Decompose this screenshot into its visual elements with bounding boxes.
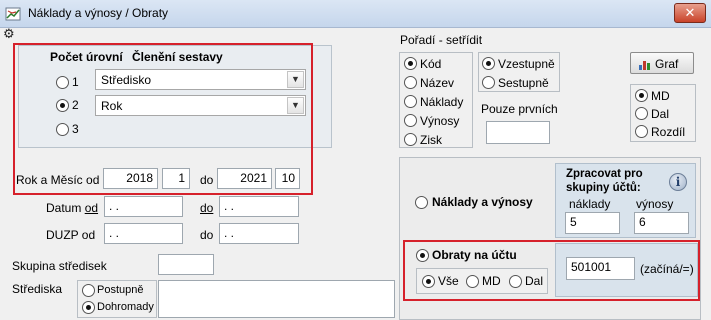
sort-title: Pořadí - setřídit: [400, 33, 483, 47]
sort-label-ascending: Vzestupně: [498, 57, 555, 71]
sort-label-zisk: Zisk: [420, 133, 442, 147]
strediska-dohromady-radio[interactable]: [82, 301, 95, 314]
sort-radio-descending[interactable]: [482, 76, 495, 89]
skupina-label: Skupina středisek: [12, 259, 107, 273]
side-radio-dal[interactable]: [635, 107, 648, 120]
mode-costs-label: Náklady a výnosy: [432, 195, 533, 209]
strediska-field[interactable]: [158, 280, 395, 318]
side-radio-rozdil[interactable]: [635, 125, 648, 138]
sort-radio-nazev[interactable]: [404, 76, 417, 89]
datum-to-label: do: [200, 201, 214, 215]
window-title: Náklady a výnosy / Obraty: [28, 6, 169, 20]
chart-icon: [639, 61, 650, 70]
info-icon[interactable]: i: [669, 173, 687, 191]
levels-highlight-box: [13, 43, 313, 195]
revenues-group-label: výnosy: [636, 197, 674, 211]
datum-from-field[interactable]: . .: [104, 196, 183, 217]
duzp-to-field[interactable]: . .: [219, 223, 299, 244]
datum-to-field[interactable]: . .: [219, 196, 299, 217]
first-only-field[interactable]: [486, 121, 550, 144]
close-button[interactable]: ✕: [674, 3, 706, 23]
sort-label-kod: Kód: [420, 57, 442, 71]
sort-radio-ascending[interactable]: [482, 57, 495, 70]
sort-label-descending: Sestupně: [498, 76, 549, 90]
duzp-label: DUZP od: [46, 228, 96, 242]
first-only-label: Pouze prvních: [481, 102, 558, 116]
strediska-postupne-radio[interactable]: [82, 284, 95, 297]
revenues-group-field[interactable]: 6: [634, 212, 689, 234]
side-label-md: MD: [651, 89, 670, 103]
sort-radio-zisk[interactable]: [404, 133, 417, 146]
skupina-field[interactable]: [158, 254, 214, 275]
graph-label: Graf: [655, 57, 679, 71]
gear-icon[interactable]: ⚙: [3, 27, 17, 41]
sort-radio-naklady[interactable]: [404, 95, 417, 108]
costs-group-field[interactable]: 5: [565, 212, 620, 234]
strediska-postupne-label: Postupně: [97, 284, 144, 296]
side-radio-md[interactable]: [635, 89, 648, 102]
sort-label-nazev: Název: [420, 76, 455, 90]
sort-radio-vynosy[interactable]: [404, 114, 417, 127]
datum-label: Datum od: [46, 201, 99, 215]
sort-label-vynosy: Výnosy: [420, 114, 460, 128]
strediska-dohromady-label: Dohromady: [97, 301, 154, 313]
account-groups-title: Zpracovat pro skupiny účtů:: [566, 168, 643, 194]
turnover-highlight-box: [403, 240, 700, 301]
mode-costs-radio[interactable]: [415, 196, 428, 209]
sort-radio-kod[interactable]: [404, 57, 417, 70]
app-icon: [5, 7, 21, 21]
strediska-label: Střediska: [12, 282, 63, 296]
duzp-from-field[interactable]: . .: [104, 223, 183, 244]
duzp-to-label: do: [200, 228, 214, 242]
sort-label-naklady: Náklady: [420, 95, 464, 109]
side-label-rozdil: Rozdíl: [651, 125, 686, 139]
costs-group-label: náklady: [569, 197, 611, 211]
side-label-dal: Dal: [651, 107, 670, 121]
graph-button[interactable]: Graf: [630, 52, 694, 74]
